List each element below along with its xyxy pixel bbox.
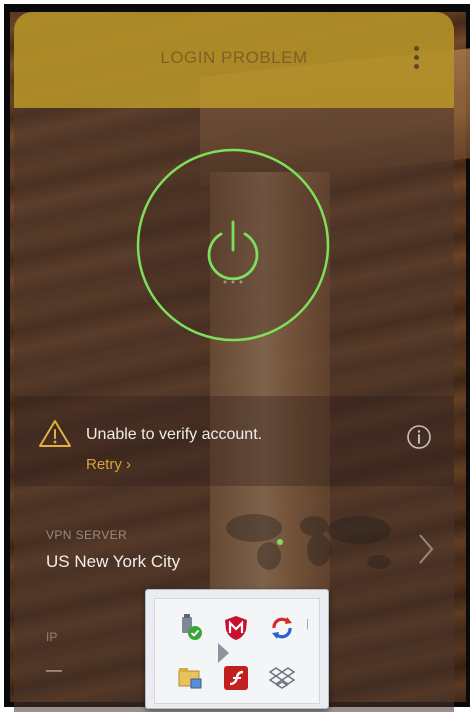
power-button[interactable] <box>134 146 332 344</box>
usb-safely-remove-icon[interactable] <box>176 614 204 642</box>
chevron-right-icon[interactable] <box>416 532 436 566</box>
warning-triangle-icon <box>39 420 71 447</box>
info-circle-icon[interactable] <box>406 424 432 450</box>
dropbox-icon[interactable] <box>268 664 296 692</box>
ip-value: — <box>46 662 62 679</box>
status-banner: Unable to verify account. Retry › <box>14 396 454 486</box>
ip-label: IP <box>46 630 58 644</box>
mcafee-shield-icon[interactable] <box>222 614 250 642</box>
vpn-server-selector[interactable]: VPN SERVER US New York City <box>14 496 454 592</box>
status-message: Unable to verify account. <box>86 426 263 443</box>
tray-separator: | <box>306 618 309 630</box>
more-vertical-icon[interactable] <box>406 42 426 82</box>
retry-link[interactable]: Retry › <box>86 456 131 473</box>
header-title: LOGIN PROBLEM <box>160 48 308 67</box>
vpn-server-value: US New York City <box>46 552 181 571</box>
vpn-server-label: VPN SERVER <box>46 528 128 542</box>
flash-red-icon[interactable] <box>222 664 250 692</box>
app-header: LOGIN PROBLEM <box>14 12 454 108</box>
network-folder-icon[interactable] <box>176 664 204 692</box>
world-map-graphic <box>226 514 391 570</box>
tray-arrow-icon[interactable] <box>216 642 230 664</box>
system-tray-overflow-popup: | <box>145 589 329 709</box>
server-location-marker <box>277 539 283 545</box>
sync-red-icon[interactable] <box>268 614 296 642</box>
